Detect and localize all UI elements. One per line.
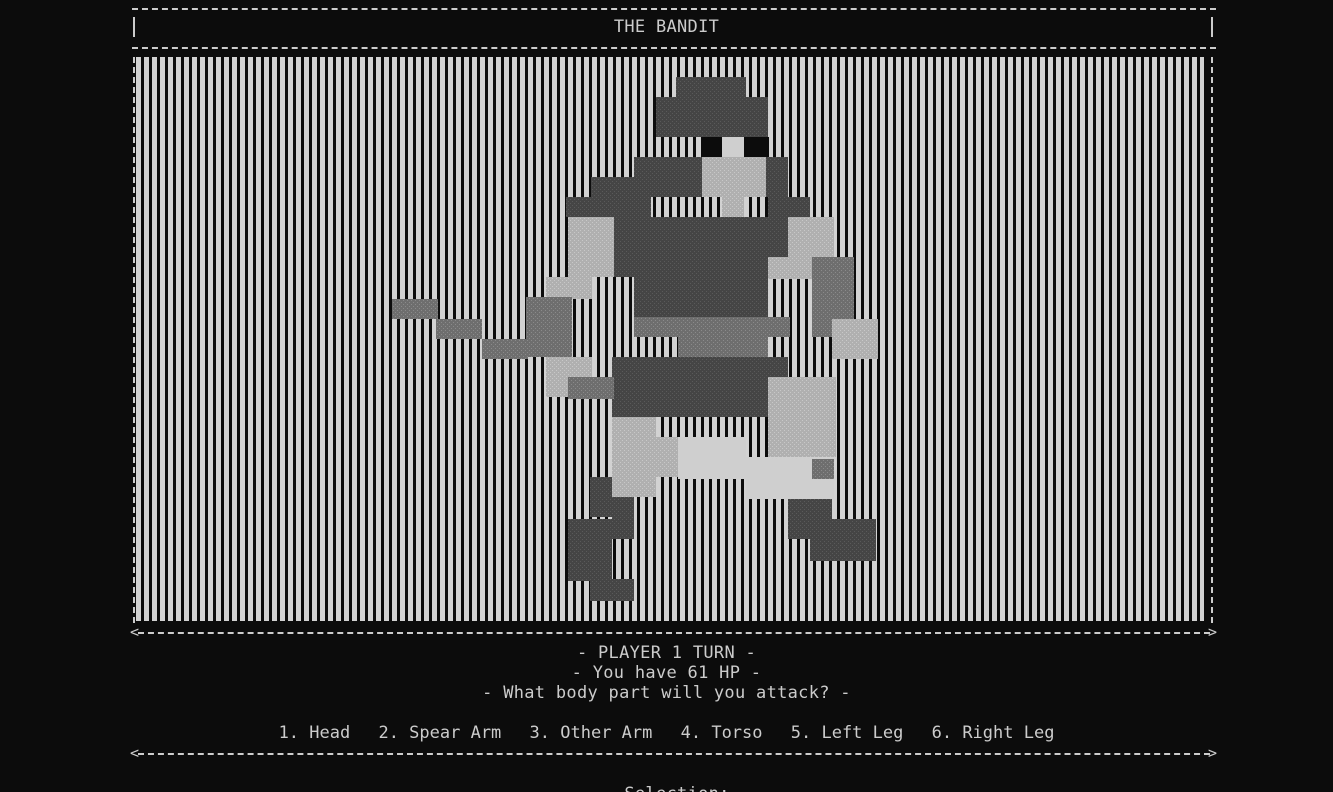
art-left-border xyxy=(133,57,135,623)
option-head[interactable]: 1. Head xyxy=(279,723,351,743)
title-bottom-border xyxy=(132,47,1216,49)
left-arrow-icon: < xyxy=(130,744,140,762)
option-left-leg[interactable]: 5. Left Leg xyxy=(791,723,904,743)
right-arrow-icon: > xyxy=(1208,623,1218,641)
bandit-sprite xyxy=(392,77,878,601)
hp-display: - You have 61 HP - xyxy=(571,663,762,683)
sprite-pixels xyxy=(392,77,878,601)
menu-bottom-border xyxy=(138,753,1210,755)
left-arrow-icon: < xyxy=(130,623,140,641)
option-torso[interactable]: 4. Torso xyxy=(681,723,763,743)
option-right-leg[interactable]: 6. Right Leg xyxy=(932,723,1055,743)
enemy-art-panel xyxy=(136,57,1204,621)
art-right-border xyxy=(1211,57,1213,623)
attack-menu: 1. Head 2. Spear Arm 3. Other Arm 4. Tor… xyxy=(0,723,1333,743)
game-title: THE BANDIT xyxy=(613,17,720,37)
selection-label: Selection: xyxy=(624,784,729,792)
attack-prompt: - What body part will you attack? - xyxy=(482,683,851,703)
right-arrow-icon: > xyxy=(1208,744,1218,762)
option-other-arm[interactable]: 3. Other Arm xyxy=(530,723,653,743)
option-spear-arm[interactable]: 2. Spear Arm xyxy=(378,723,501,743)
selection-input[interactable]: Selection: xyxy=(0,764,1333,792)
top-border xyxy=(132,8,1216,10)
art-bottom-border xyxy=(138,632,1210,634)
turn-indicator: - PLAYER 1 TURN - xyxy=(576,643,757,663)
